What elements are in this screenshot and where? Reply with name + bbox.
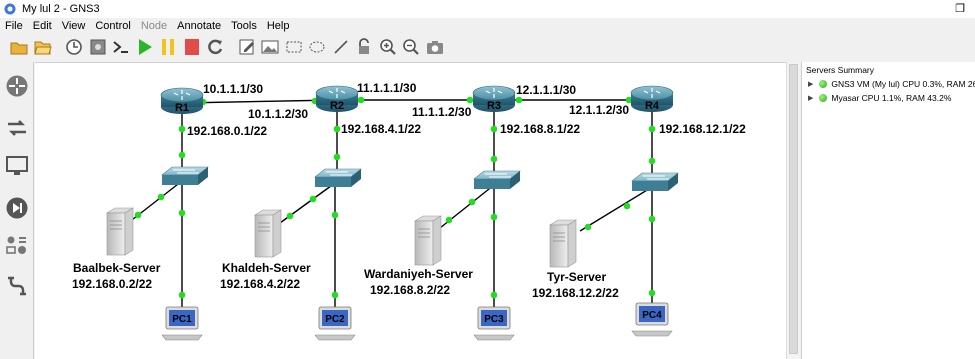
link-ip-label: 11.1.1.2/30 [412, 105, 472, 119]
security-devices-icon[interactable] [5, 196, 29, 220]
server-name-label: Khaldeh-Server [222, 261, 311, 275]
topology-diagram: R1 R2 R3 R4 PC1 PC2 PC3 PC4 10.1.1.1/30 … [72, 81, 746, 341]
add-link-icon[interactable] [5, 274, 29, 298]
router-lan-ip-label: 192.168.12.1/22 [659, 122, 746, 136]
server-row-label: Myasar CPU 1.1%, RAM 43.2% [831, 93, 952, 103]
gns3-window: My lul 2 - GNS3 ❐ File Edit View Control… [0, 0, 975, 359]
server-tyr[interactable] [548, 219, 578, 268]
start-all-icon[interactable] [134, 36, 156, 58]
server-row-gns3-vm[interactable]: ▶ GNS3 VM (My lul) CPU 0.3%, RAM 26.0% [808, 79, 975, 89]
servers-summary-title: Servers Summary [806, 65, 875, 75]
pc-name: PC2 [325, 314, 345, 325]
preferences-icon[interactable] [87, 36, 109, 58]
link-ip-label: 11.1.1.1/30 [357, 81, 417, 95]
router-lan-ip-label: 192.168.8.1/22 [500, 122, 580, 136]
open-project-icon[interactable] [8, 36, 30, 58]
screenshot-icon[interactable] [424, 36, 446, 58]
menu-annotate[interactable]: Annotate [172, 20, 226, 32]
server-khaldeh[interactable] [253, 209, 283, 258]
pc-4[interactable]: PC4 [631, 302, 673, 337]
link-ip-label: 12.1.1.1/30 [516, 83, 576, 97]
lock-icon[interactable] [353, 36, 375, 58]
switch-2[interactable] [314, 168, 362, 187]
topology-canvas[interactable]: R1 R2 R3 R4 PC1 PC2 PC3 PC4 10.1.1.1/30 … [35, 62, 786, 359]
switch-3[interactable] [473, 170, 521, 189]
pc-name: PC3 [484, 314, 504, 325]
link-ip-label: 12.1.1.2/30 [569, 103, 629, 117]
link-ip-label: 10.1.1.1/30 [203, 82, 263, 96]
snapshot-clock-icon[interactable] [63, 36, 85, 58]
draw-rectangle-icon[interactable] [283, 36, 305, 58]
server-name-label: Wardaniyeh-Server [364, 267, 473, 281]
server-status-icon [819, 80, 828, 88]
stop-all-icon[interactable] [181, 36, 203, 58]
server-ip-label: 192.168.4.2/22 [220, 277, 300, 291]
menu-bar: File Edit View Control Node Annotate Too… [0, 18, 975, 34]
server-wardaniyeh[interactable] [413, 215, 443, 266]
end-devices-icon[interactable] [5, 154, 29, 178]
canvas-vertical-scrollbar[interactable] [786, 62, 800, 359]
zoom-in-icon[interactable] [377, 36, 399, 58]
restore-window-icon[interactable]: ❐ [955, 2, 965, 15]
router-lan-ip-label: 192.168.0.1/22 [187, 124, 267, 138]
server-row-label: GNS3 VM (My lul) CPU 0.3%, RAM 26.0% [831, 79, 975, 89]
router-name: R3 [487, 100, 501, 112]
router-lan-ip-label: 192.168.4.1/22 [341, 122, 421, 136]
console-icon[interactable] [110, 36, 132, 58]
menu-help[interactable]: Help [262, 20, 295, 32]
switch-4[interactable] [631, 172, 679, 191]
insert-picture-icon[interactable] [259, 36, 281, 58]
gns3-app-icon [4, 3, 16, 15]
router-r3[interactable]: R3 [472, 85, 516, 112]
scrollbar-thumb[interactable] [789, 64, 798, 354]
suspend-all-icon[interactable] [157, 36, 179, 58]
routers-icon[interactable] [5, 74, 29, 98]
server-name-label: Baalbek-Server [73, 261, 161, 275]
server-name-label: Tyr-Server [547, 270, 606, 284]
switches-icon[interactable] [5, 116, 29, 140]
server-ip-label: 192.168.0.2/22 [72, 277, 152, 291]
pc-3[interactable]: PC3 [473, 306, 515, 341]
toolbar [0, 34, 975, 60]
link-sw4-server[interactable] [579, 186, 653, 232]
servers-summary-panel: Servers Summary ▶ GNS3 VM (My lul) CPU 0… [801, 62, 975, 359]
menu-tools[interactable]: Tools [226, 20, 262, 32]
open-folder-icon[interactable] [32, 36, 54, 58]
menu-file[interactable]: File [0, 20, 28, 32]
pc-1[interactable]: PC1 [161, 306, 203, 341]
link-ip-label: 10.1.1.2/30 [248, 107, 308, 121]
add-note-icon[interactable] [236, 36, 258, 58]
switch-1[interactable] [161, 166, 209, 185]
reload-all-icon[interactable] [204, 36, 226, 58]
menu-edit[interactable]: Edit [28, 20, 57, 32]
zoom-out-icon[interactable] [400, 36, 422, 58]
router-r2[interactable]: R2 [315, 85, 359, 112]
all-devices-icon[interactable] [5, 234, 29, 258]
pc-name: PC4 [642, 310, 662, 321]
pc-2[interactable]: PC2 [314, 306, 356, 341]
router-name: R1 [175, 102, 189, 114]
server-row-myasar[interactable]: ▶ Myasar CPU 1.1%, RAM 43.2% [808, 93, 951, 103]
router-name: R2 [330, 100, 344, 112]
draw-ellipse-icon[interactable] [306, 36, 328, 58]
server-ip-label: 192.168.8.2/22 [370, 283, 450, 297]
pc-name: PC1 [172, 314, 192, 325]
draw-line-icon[interactable] [330, 36, 352, 58]
router-name: R4 [645, 100, 660, 112]
server-status-icon [819, 94, 828, 102]
server-ip-label: 192.168.12.2/22 [532, 286, 619, 300]
server-baalbek[interactable] [105, 207, 135, 256]
router-r4[interactable]: R4 [630, 85, 674, 112]
menu-control[interactable]: Control [90, 20, 135, 32]
expand-arrow-icon[interactable]: ▶ [808, 80, 813, 88]
menu-view[interactable]: View [57, 20, 91, 32]
window-title: My lul 2 - GNS3 [22, 3, 100, 15]
router-r1[interactable]: R1 [160, 87, 204, 114]
expand-arrow-icon[interactable]: ▶ [808, 94, 813, 102]
title-bar: My lul 2 - GNS3 ❐ [0, 0, 975, 18]
device-sidebar [0, 62, 34, 359]
menu-node[interactable]: Node [136, 20, 172, 32]
